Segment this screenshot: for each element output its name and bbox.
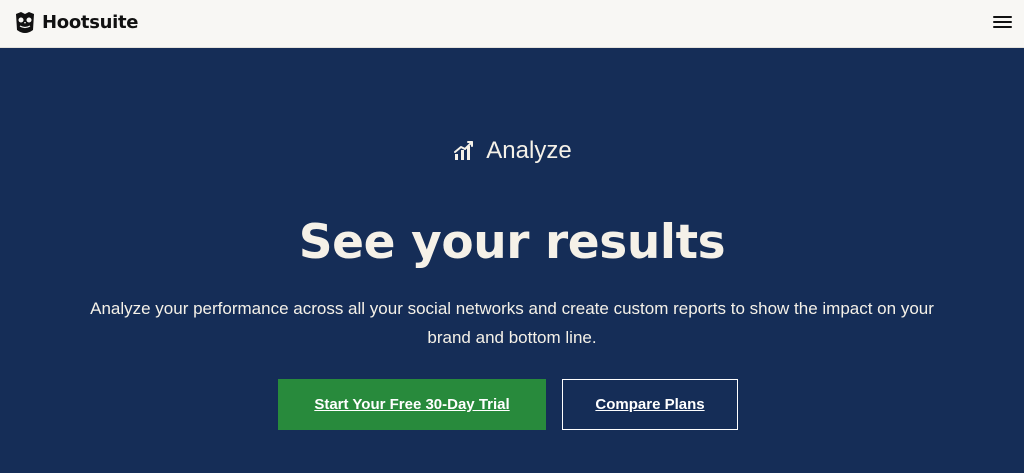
analyze-label: Analyze bbox=[486, 137, 572, 164]
hero-description: Analyze your performance across all your… bbox=[90, 299, 934, 347]
cta-row: Start Your Free 30-Day Trial Compare Pla… bbox=[278, 379, 738, 430]
hamburger-menu-icon-middle bbox=[993, 21, 1012, 23]
owl-logo-icon bbox=[16, 12, 34, 33]
menu-button[interactable] bbox=[993, 13, 1015, 31]
brand-name: Hootsuite bbox=[42, 12, 139, 33]
bar-chart-trend-icon bbox=[454, 141, 474, 160]
hamburger-menu-icon bbox=[993, 16, 1012, 18]
site-header: Hootsuite bbox=[0, 0, 1024, 48]
compare-plans-button[interactable]: Compare Plans bbox=[562, 379, 738, 430]
page-title: See your results bbox=[298, 215, 726, 270]
brand-link[interactable]: Hootsuite bbox=[14, 9, 139, 37]
hamburger-menu-icon-bottom bbox=[993, 26, 1012, 28]
analyze-eyebrow: Analyze bbox=[0, 137, 1024, 165]
start-free-trial-button[interactable]: Start Your Free 30-Day Trial bbox=[278, 379, 546, 430]
hero-section: Analyze See your results Analyze your pe… bbox=[0, 48, 1024, 472]
